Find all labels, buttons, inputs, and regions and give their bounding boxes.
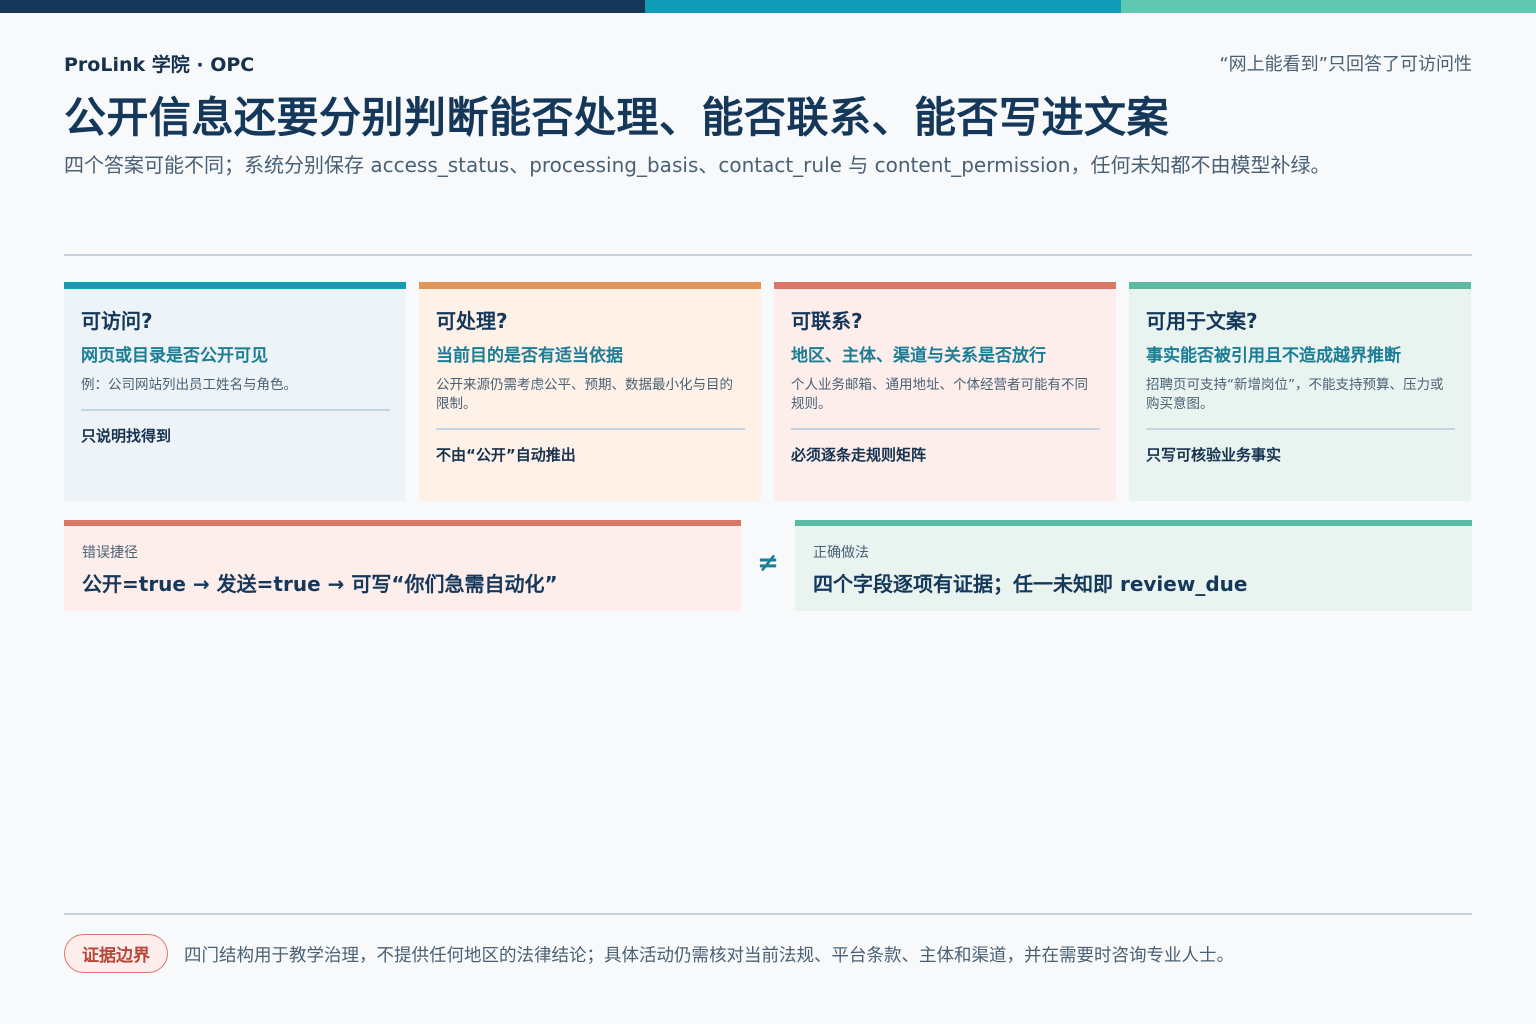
card-contactable: 可联系? 地区、主体、渠道与关系是否放行 个人业务邮箱、通用地址、个体经营者可能… [774, 282, 1116, 501]
wrong-shortcut-label: 错误捷径 [82, 545, 138, 561]
card-verdict: 只说明找得到 [81, 427, 172, 445]
card-accessible: 可访问? 网页或目录是否公开可见 例：公司网站列出员工姓名与角色。 只说明找得到 [64, 282, 406, 501]
card-example: 招聘页可支持“新增岗位”，不能支持预算、压力或购买意图。 [1146, 377, 1444, 412]
card-verdict: 不由“公开”自动推出 [436, 446, 576, 464]
card-verdict: 必须逐条走规则矩阵 [791, 446, 927, 464]
not-equal-icon: ≠ [757, 548, 779, 578]
page-tagline: “网上能看到”只回答了可访问性 [1219, 54, 1472, 75]
card-usable-in-copy: 可用于文案? 事实能否被引用且不造成越界推断 招聘页可支持“新增岗位”，不能支持… [1129, 282, 1471, 501]
top-color-bar [0, 0, 1536, 13]
card-heading: 事实能否被引用且不造成越界推断 [1146, 346, 1401, 366]
header-divider [64, 254, 1472, 256]
brand-label: ProLink 学院 · OPC [64, 54, 255, 76]
card-heading: 地区、主体、渠道与关系是否放行 [791, 346, 1046, 366]
card-example: 公开来源仍需考虑公平、预期、数据最小化与目的限制。 [436, 377, 733, 412]
correct-approach-label: 正确做法 [813, 545, 869, 561]
footer-divider [64, 913, 1472, 915]
card-heading: 当前目的是否有适当依据 [436, 346, 623, 366]
card-processable: 可处理? 当前目的是否有适当依据 公开来源仍需考虑公平、预期、数据最小化与目的限… [419, 282, 761, 501]
card-example: 例：公司网站列出员工姓名与角色。 [81, 377, 297, 393]
top-bar-navy-segment [0, 0, 645, 13]
card-divider [81, 409, 390, 411]
card-heading: 网页或目录是否公开可见 [81, 346, 268, 366]
card-example: 个人业务邮箱、通用地址、个体经营者可能有不同规则。 [791, 377, 1088, 412]
evidence-boundary-badge: 证据边界 [64, 934, 168, 973]
card-question: 可用于文案? [1146, 309, 1258, 333]
correct-approach-text: 四个字段逐项有证据；任一未知即 review_due [813, 572, 1248, 596]
correct-approach-panel: 正确做法 四个字段逐项有证据；任一未知即 review_due [795, 520, 1472, 611]
card-verdict: 只写可核验业务事实 [1146, 446, 1282, 464]
page-subtitle: 四个答案可能不同；系统分别保存 access_status、processing… [64, 153, 1331, 177]
gate-cards: 可访问? 网页或目录是否公开可见 例：公司网站列出员工姓名与角色。 只说明找得到… [64, 282, 1472, 501]
wrong-shortcut-text: 公开=true → 发送=true → 可写“你们急需自动化” [82, 572, 558, 596]
card-divider [791, 428, 1100, 430]
card-divider [1146, 428, 1455, 430]
card-divider [436, 428, 745, 430]
footer-note: 四门结构用于教学治理，不提供任何地区的法律结论；具体活动仍需核对当前法规、平台条… [184, 946, 1234, 966]
card-question: 可联系? [791, 309, 863, 333]
top-bar-mint-segment [1121, 0, 1536, 13]
card-question: 可访问? [81, 309, 153, 333]
card-question: 可处理? [436, 309, 508, 333]
page-title: 公开信息还要分别判断能否处理、能否联系、能否写进文案 [64, 93, 1170, 142]
top-bar-teal-segment [645, 0, 1121, 13]
wrong-shortcut-panel: 错误捷径 公开=true → 发送=true → 可写“你们急需自动化” [64, 520, 741, 611]
